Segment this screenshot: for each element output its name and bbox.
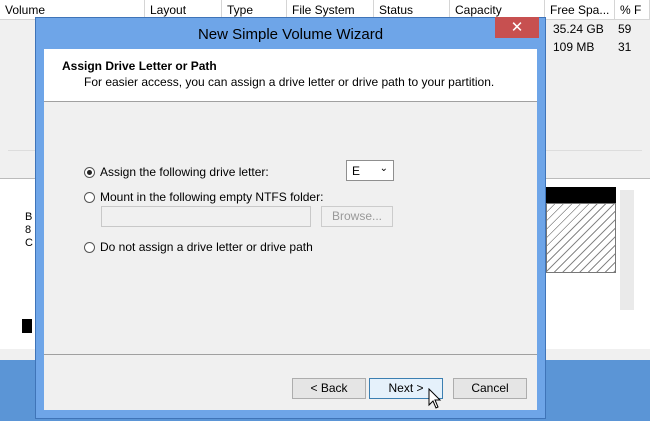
row-free: 35.24 GB xyxy=(553,22,604,36)
dialog-title: New Simple Volume Wizard xyxy=(197,26,384,43)
cancel-button[interactable]: Cancel xyxy=(453,378,527,399)
page-subtitle: For easier access, you can assign a driv… xyxy=(84,75,495,89)
title-bar[interactable]: New Simple Volume Wizard ✕ xyxy=(36,17,545,49)
option-label: Assign the following drive letter: xyxy=(100,165,269,179)
disk-label-fragment: 8 xyxy=(25,224,32,236)
footer-divider xyxy=(44,354,537,355)
option-mount-folder[interactable]: Mount in the following empty NTFS folder… xyxy=(84,190,323,204)
mouse-pointer-icon xyxy=(428,388,442,409)
disk-label-fragment: C xyxy=(25,237,33,249)
partition-marker xyxy=(22,319,32,333)
row-free: 109 MB xyxy=(553,40,595,54)
drive-letter-select[interactable]: E ⌄ xyxy=(346,160,394,181)
wizard-client-area: Assign Drive Letter or Path For easier a… xyxy=(44,49,537,410)
option-no-assign[interactable]: Do not assign a drive letter or drive pa… xyxy=(84,240,313,254)
option-label: Do not assign a drive letter or drive pa… xyxy=(100,240,313,254)
chevron-down-icon: ⌄ xyxy=(379,163,388,174)
radio-unchecked-icon[interactable] xyxy=(84,241,95,253)
col-percent-free[interactable]: % F xyxy=(615,0,650,19)
drive-letter-value: E xyxy=(352,164,361,178)
close-icon: ✕ xyxy=(510,19,524,36)
disk-label-fragment: B xyxy=(25,211,33,223)
back-button[interactable]: < Back xyxy=(292,378,366,399)
unallocated-partition[interactable] xyxy=(546,203,616,273)
folder-path-input[interactable] xyxy=(101,206,311,227)
radio-unchecked-icon[interactable] xyxy=(84,191,95,203)
row-pct: 31 xyxy=(618,40,632,54)
option-assign-letter[interactable]: Assign the following drive letter: xyxy=(84,165,269,179)
partition-header-bar xyxy=(546,187,616,203)
row-pct: 59 xyxy=(618,22,632,36)
wizard-dialog: New Simple Volume Wizard ✕ Assign Drive … xyxy=(35,17,546,419)
page-title: Assign Drive Letter or Path xyxy=(62,59,217,73)
option-label: Mount in the following empty NTFS folder… xyxy=(100,190,324,204)
browse-button[interactable]: Browse... xyxy=(321,206,393,227)
close-button[interactable]: ✕ xyxy=(495,17,539,38)
wizard-header: Assign Drive Letter or Path For easier a… xyxy=(44,49,537,102)
col-free-space[interactable]: Free Spa... xyxy=(545,0,615,19)
vertical-scrollbar[interactable] xyxy=(620,190,634,310)
radio-checked-icon[interactable] xyxy=(84,166,95,178)
